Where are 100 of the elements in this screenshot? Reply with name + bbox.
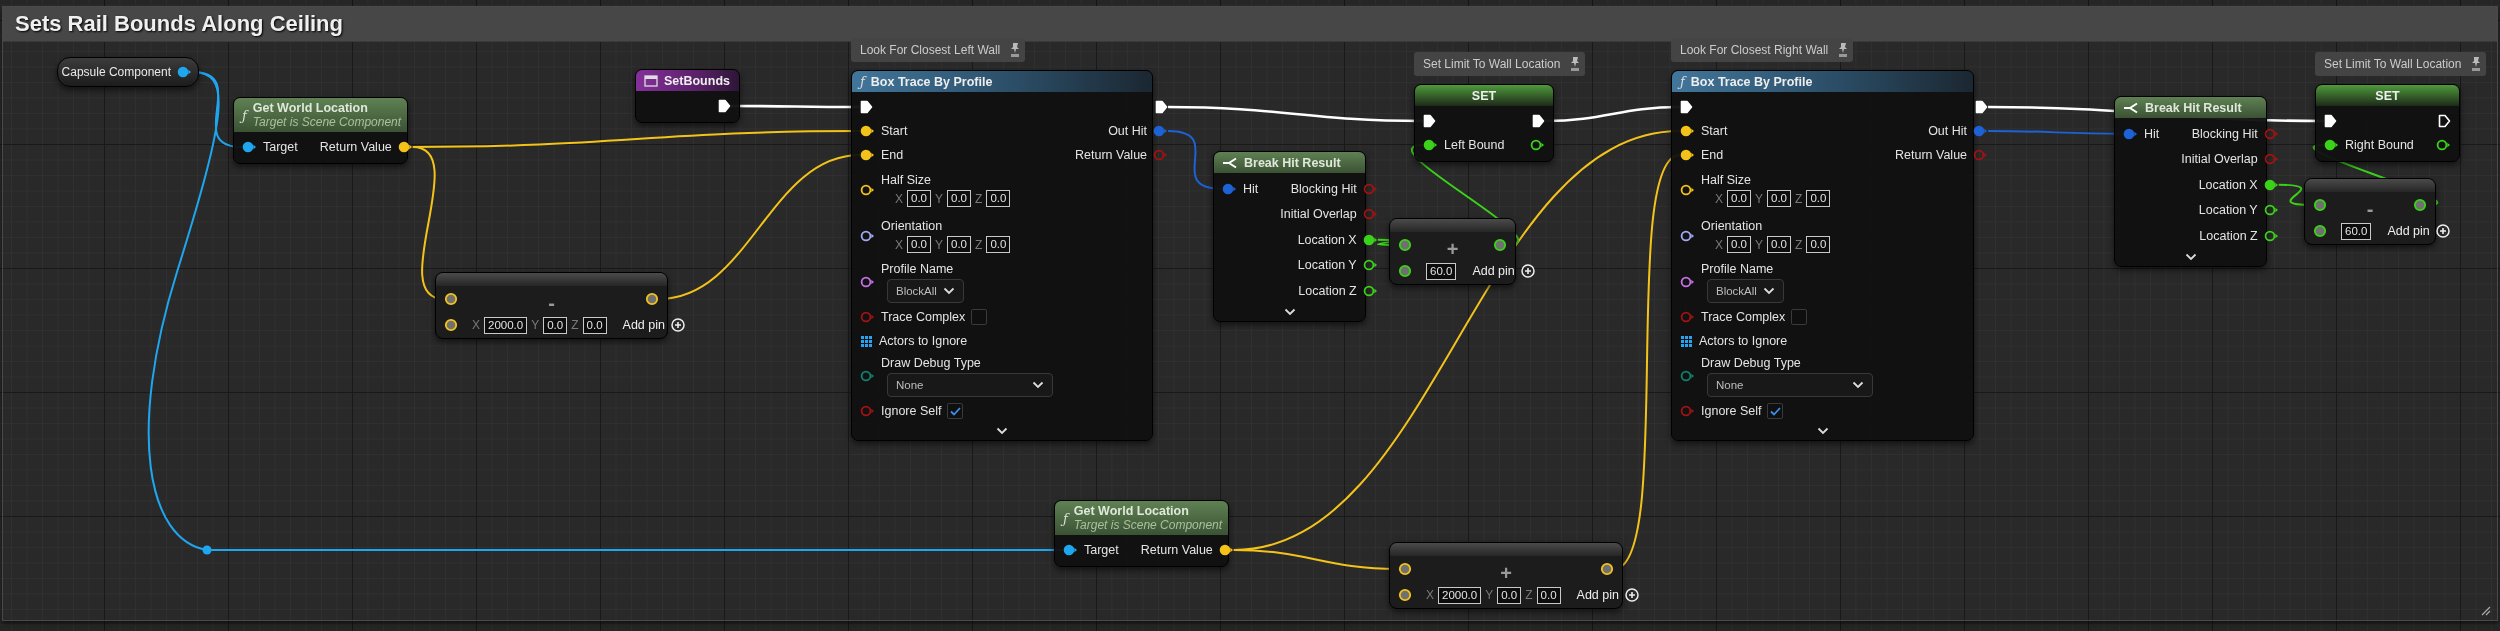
number-field[interactable]: 0.0: [907, 190, 931, 207]
axis-label: Y: [1755, 191, 1764, 206]
pin-label: Start: [881, 124, 908, 138]
number-field[interactable]: 0.0: [1727, 236, 1751, 253]
axis-label: Z: [1795, 237, 1803, 252]
pin-label: End: [1701, 148, 1724, 162]
comment-text: Look For Closest Right Wall: [1680, 43, 1829, 57]
comment-text: Look For Closest Left Wall: [860, 43, 1001, 57]
pin-label: Blocking Hit: [1290, 181, 1357, 196]
axis-label: X: [1715, 237, 1723, 252]
operator-label: +: [1499, 566, 1513, 580]
dropdown[interactable]: None: [1707, 372, 1873, 397]
node-title: SetBounds: [664, 73, 730, 88]
pin-label: Out Hit: [1928, 124, 1968, 138]
pin-label: Draw Debug Type: [1701, 355, 1802, 370]
axis-label: X: [895, 237, 903, 252]
pin-label: Start: [1701, 124, 1728, 138]
pin-label: Return Value: [1895, 148, 1968, 162]
add-pin-button[interactable]: Add pin: [1576, 588, 1639, 602]
number-field[interactable]: 2000.0: [484, 316, 528, 334]
pin-label: Target: [263, 140, 298, 154]
number-field[interactable]: 0.0: [1536, 586, 1561, 604]
number-field[interactable]: 0.0: [1767, 190, 1792, 207]
pin-label: Left Bound: [1444, 138, 1505, 152]
pin-label: Profile Name: [1701, 261, 1775, 276]
number-field[interactable]: 0.0: [1806, 236, 1831, 253]
pin-label: Orientation: [881, 219, 944, 233]
pin-label: Ignore Self: [1701, 404, 1762, 418]
add-pin-button[interactable]: Add pin: [1472, 264, 1535, 278]
pin-label: Initial Overlap: [1280, 207, 1357, 222]
number-field[interactable]: 0.0: [907, 236, 931, 253]
add-pin-button[interactable]: Add pin: [622, 318, 685, 332]
pin-label: Hit: [2144, 126, 2160, 141]
node-title: SET: [1471, 88, 1497, 103]
dropdown[interactable]: BlockAll: [887, 278, 964, 303]
pin-label: Trace Complex: [1701, 310, 1786, 324]
operator-label: -: [2365, 202, 2375, 216]
node-title: Get World Location: [252, 101, 369, 115]
number-field[interactable]: 0.0: [947, 190, 972, 207]
node-subtitle: Target is Scene Component: [1073, 518, 1223, 532]
comment-text: Set Limit To Wall Location: [1423, 57, 1561, 71]
axis-label: X: [895, 191, 903, 206]
axis-label: Z: [975, 237, 983, 252]
node-title: Capsule Component: [61, 65, 171, 79]
pin-label: Ignore Self: [881, 404, 942, 418]
node-title: Get World Location: [1073, 504, 1190, 518]
pin-label: Return Value: [1140, 543, 1213, 557]
number-field[interactable]: 0.0: [947, 236, 972, 253]
pin-label: Location Y: [2198, 203, 2258, 218]
number-field[interactable]: 0.0: [582, 316, 607, 334]
pin-label: Location Z: [1298, 283, 1357, 298]
comment-text: Set Limit To Wall Location: [2324, 57, 2462, 71]
pin-label: Out Hit: [1108, 124, 1148, 138]
number-field[interactable]: 0.0: [543, 316, 568, 334]
operator-label: -: [547, 296, 556, 310]
pin-label: Half Size: [881, 173, 933, 187]
pin-label: Trace Complex: [881, 310, 966, 324]
operator-label: +: [1445, 242, 1460, 256]
pin-label: Target: [1084, 543, 1119, 557]
node-title: Box Trace By Profile: [1690, 74, 1813, 89]
axis-label: X: [472, 318, 480, 332]
pin-label: Return Value: [319, 140, 392, 154]
number-field[interactable]: 0.0: [1497, 586, 1522, 604]
comment-title: Sets Rail Bounds Along Ceiling: [15, 11, 343, 37]
number-field[interactable]: 0.0: [1727, 190, 1751, 207]
pin-label: Hit: [1243, 181, 1259, 196]
axis-label: Z: [1525, 588, 1533, 602]
axis-label: Z: [1795, 191, 1803, 206]
pin-label: Return Value: [1075, 148, 1148, 162]
number-field[interactable]: 60.0: [2341, 222, 2372, 240]
number-field[interactable]: 2000.0: [1438, 586, 1482, 604]
pin-label: Orientation: [1701, 219, 1764, 233]
axis-label: Y: [531, 318, 540, 332]
number-field[interactable]: 0.0: [986, 190, 1011, 207]
dropdown[interactable]: None: [887, 372, 1053, 397]
pin-label: Profile Name: [881, 261, 955, 276]
axis-label: Y: [935, 191, 944, 206]
axis-label: X: [1715, 191, 1723, 206]
dropdown[interactable]: BlockAll: [1707, 278, 1784, 303]
node-title: Break Hit Result: [2145, 100, 2242, 115]
pin-label: Blocking Hit: [2191, 126, 2258, 141]
number-field[interactable]: 0.0: [986, 236, 1011, 253]
axis-label: Y: [1755, 237, 1764, 252]
pin-label: Initial Overlap: [2181, 152, 2258, 167]
node-title: Break Hit Result: [1244, 155, 1341, 170]
pin-label: Actors to Ignore: [1699, 334, 1788, 348]
node-title: Box Trace By Profile: [870, 74, 993, 89]
pin-label: Location Z: [2199, 228, 2258, 243]
add-pin-button[interactable]: Add pin: [2387, 224, 2450, 238]
node-title: SET: [2375, 88, 2400, 103]
axis-label: Z: [975, 191, 983, 206]
number-field[interactable]: 60.0: [1426, 262, 1457, 280]
axis-label: X: [1426, 588, 1434, 602]
pin-label: Location X: [1297, 232, 1357, 247]
variable-node[interactable]: Capsule Component: [57, 57, 199, 87]
number-field[interactable]: 0.0: [1806, 190, 1831, 207]
number-field[interactable]: 0.0: [1767, 236, 1792, 253]
pin-label: Actors to Ignore: [879, 334, 968, 348]
axis-label: Y: [935, 237, 944, 252]
pin-label: Draw Debug Type: [881, 355, 982, 370]
